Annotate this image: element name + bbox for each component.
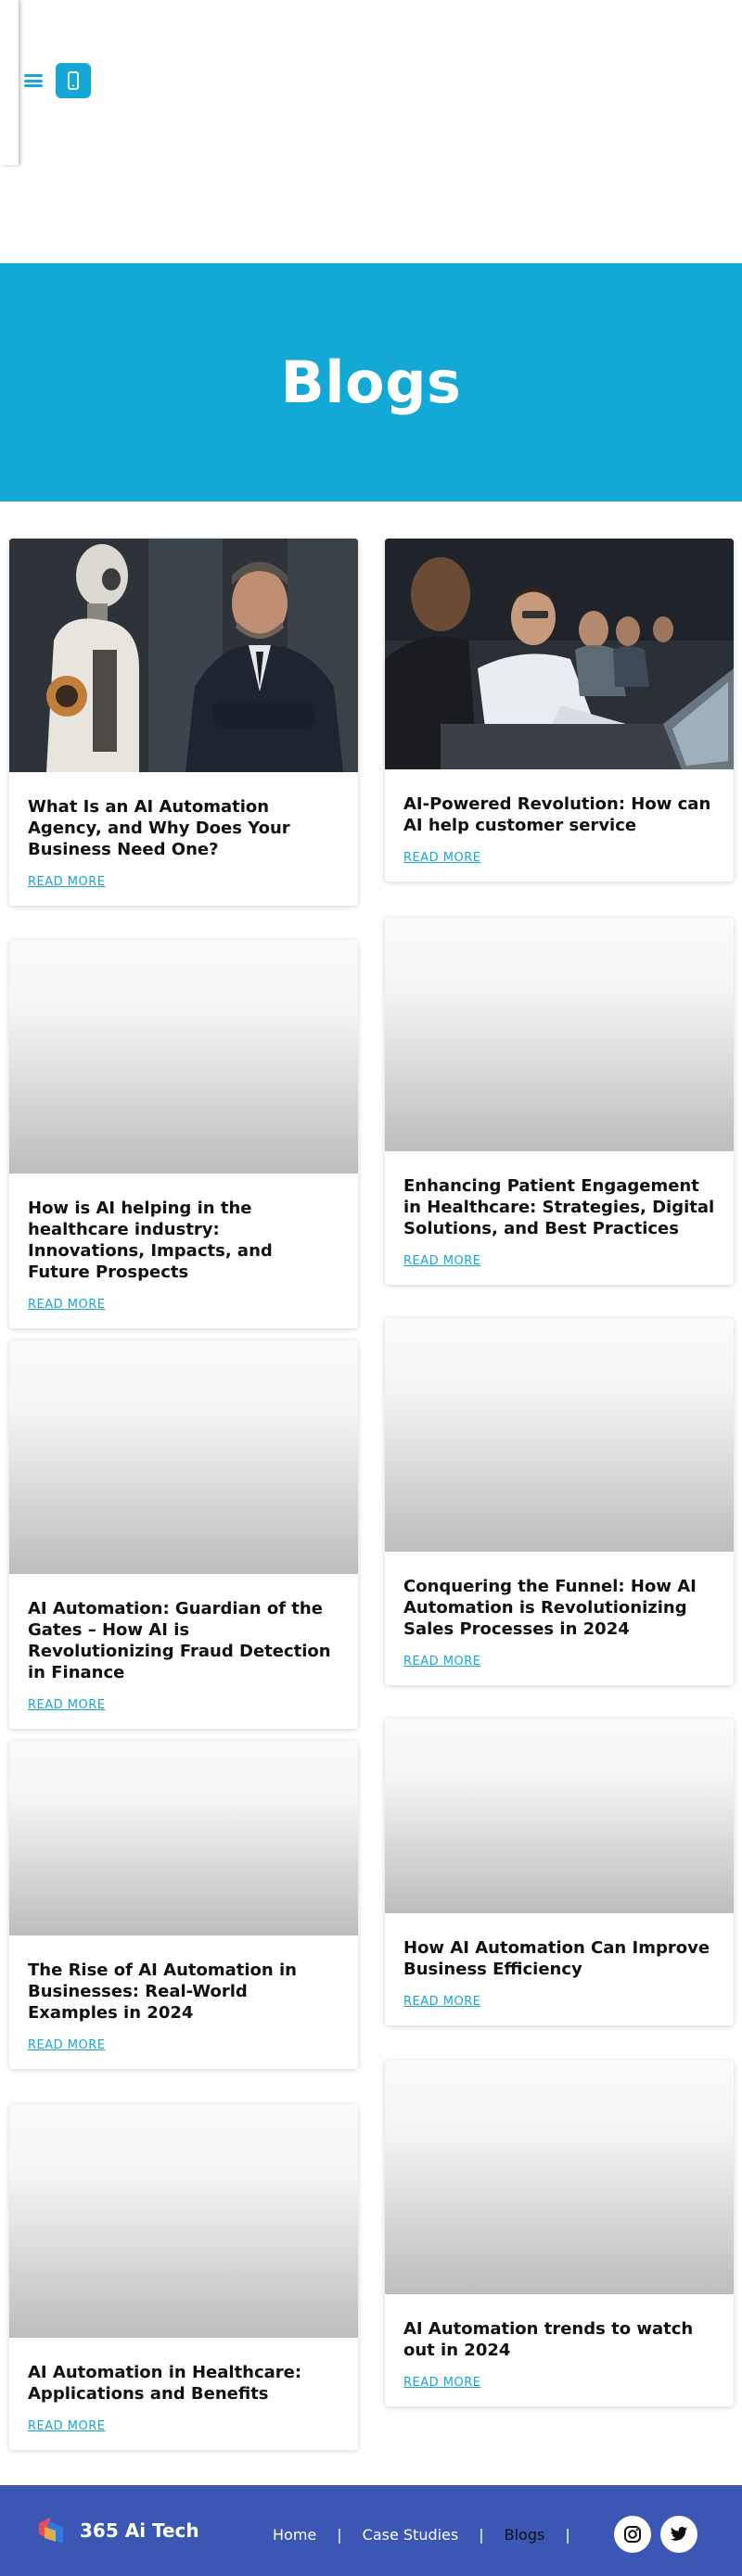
blog-card-image[interactable]: [9, 940, 358, 1174]
read-more-link[interactable]: READ MORE: [28, 1698, 105, 1712]
footer-nav-blogs[interactable]: Blogs: [505, 2526, 545, 2544]
brand-logo-icon: [35, 2516, 69, 2545]
twitter-icon[interactable]: [660, 2516, 697, 2553]
blog-card-image-call-center[interactable]: [385, 539, 734, 769]
read-more-link[interactable]: READ MORE: [403, 1995, 480, 2009]
blog-card-image[interactable]: [385, 918, 734, 1151]
blog-card-image[interactable]: [9, 1741, 358, 1935]
site-footer: 365 Ai Tech Home | Case Studies | Blogs …: [0, 2485, 742, 2576]
read-more-link[interactable]: READ MORE: [403, 1655, 480, 1669]
read-more-link[interactable]: READ MORE: [403, 1254, 480, 1268]
blog-card-image[interactable]: [9, 1340, 358, 1574]
read-more-link[interactable]: READ MORE: [403, 851, 480, 865]
mobile-phone-icon[interactable]: [56, 63, 91, 98]
blog-card[interactable]: Conquering the Funnel: How AI Automation…: [385, 1318, 734, 1685]
blog-card-image-robot-businessman[interactable]: [9, 539, 358, 772]
blog-card[interactable]: How AI Automation Can Improve Business E…: [385, 1719, 734, 2025]
hero-banner: Blogs: [0, 263, 742, 501]
blog-card-title[interactable]: AI Automation trends to watch out in 202…: [403, 2318, 715, 2361]
blog-card-title[interactable]: AI Automation: Guardian of the Gates – H…: [28, 1598, 339, 1683]
nav-separator: |: [565, 2526, 570, 2544]
blog-card-title[interactable]: The Rise of AI Automation in Businesses:…: [28, 1960, 339, 2024]
blog-card-image[interactable]: [9, 2104, 358, 2338]
footer-nav: Home | Case Studies | Blogs |: [273, 2526, 591, 2544]
footer-nav-home[interactable]: Home: [273, 2526, 316, 2544]
blog-card[interactable]: AI Automation: Guardian of the Gates – H…: [9, 1340, 358, 1729]
nav-separator: |: [337, 2526, 342, 2544]
blog-card[interactable]: What Is an AI Automation Agency, and Why…: [9, 539, 358, 906]
read-more-link[interactable]: READ MORE: [28, 875, 105, 889]
brand-logo[interactable]: 365 Ai Tech: [35, 2516, 199, 2545]
blog-card[interactable]: Enhancing Patient Engagement in Healthca…: [385, 918, 734, 1285]
blog-card[interactable]: The Rise of AI Automation in Businesses:…: [9, 1741, 358, 2069]
blog-card[interactable]: AI Automation trends to watch out in 202…: [385, 2061, 734, 2406]
blog-card-title[interactable]: How AI Automation Can Improve Business E…: [403, 1937, 715, 1980]
blog-card[interactable]: How is AI helping in the healthcare indu…: [9, 940, 358, 1328]
read-more-link[interactable]: READ MORE: [28, 2038, 105, 2052]
blog-card-title[interactable]: What Is an AI Automation Agency, and Why…: [28, 796, 339, 860]
blog-card[interactable]: AI-Powered Revolution: How can AI help c…: [385, 539, 734, 882]
footer-nav-case-studies[interactable]: Case Studies: [363, 2526, 459, 2544]
blog-card-title[interactable]: Conquering the Funnel: How AI Automation…: [403, 1576, 715, 1640]
header-sidebar-edge: [0, 0, 19, 165]
hamburger-menu-icon[interactable]: [22, 70, 45, 91]
blog-card-title[interactable]: AI Automation in Healthcare: Application…: [28, 2362, 339, 2405]
brand-name: 365 Ai Tech: [80, 2519, 199, 2542]
instagram-icon[interactable]: [614, 2516, 651, 2553]
page-title: Blogs: [280, 349, 462, 416]
blog-card-title[interactable]: Enhancing Patient Engagement in Healthca…: [403, 1175, 715, 1239]
blog-card[interactable]: AI Automation in Healthcare: Application…: [9, 2104, 358, 2450]
blog-card-title[interactable]: AI-Powered Revolution: How can AI help c…: [403, 793, 715, 836]
blogs-page: Blogs What Is an AI Automation Agency, a…: [0, 0, 742, 2576]
nav-separator: |: [479, 2526, 484, 2544]
read-more-link[interactable]: READ MORE: [403, 2376, 480, 2390]
blog-card-image[interactable]: [385, 2061, 734, 2294]
read-more-link[interactable]: READ MORE: [28, 1298, 105, 1312]
blog-card-title[interactable]: How is AI helping in the healthcare indu…: [28, 1198, 339, 1283]
blog-card-image[interactable]: [385, 1318, 734, 1552]
read-more-link[interactable]: READ MORE: [28, 2419, 105, 2433]
blog-card-image[interactable]: [385, 1719, 734, 1913]
